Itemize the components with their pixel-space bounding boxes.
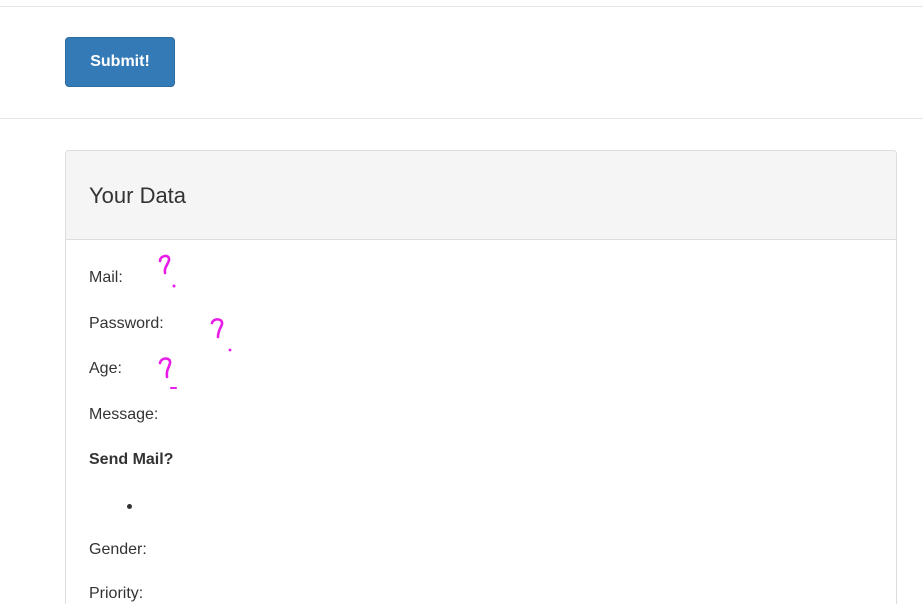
- your-data-panel: Your Data Mail: Password: Age: Message: …: [65, 150, 897, 604]
- priority-label: Priority:: [89, 585, 144, 602]
- panel-heading: Your Data: [66, 151, 896, 240]
- question-mark-icon: [210, 318, 232, 352]
- page: Submit! Your Data Mail: Password: Age: M…: [0, 0, 923, 604]
- question-mark-icon: [158, 254, 176, 288]
- mail-label: Mail:: [89, 269, 123, 286]
- section-divider: [0, 118, 923, 119]
- password-label: Password:: [89, 315, 164, 332]
- gender-label: Gender:: [89, 541, 147, 558]
- message-label: Message:: [89, 406, 159, 423]
- submit-button[interactable]: Submit!: [65, 37, 175, 87]
- send-mail-heading: Send Mail?: [89, 451, 174, 468]
- panel-title: Your Data: [89, 183, 187, 208]
- question-mark-icon: [158, 357, 177, 389]
- age-label: Age:: [89, 360, 122, 377]
- list-bullet: [127, 504, 132, 509]
- top-divider: [0, 6, 923, 7]
